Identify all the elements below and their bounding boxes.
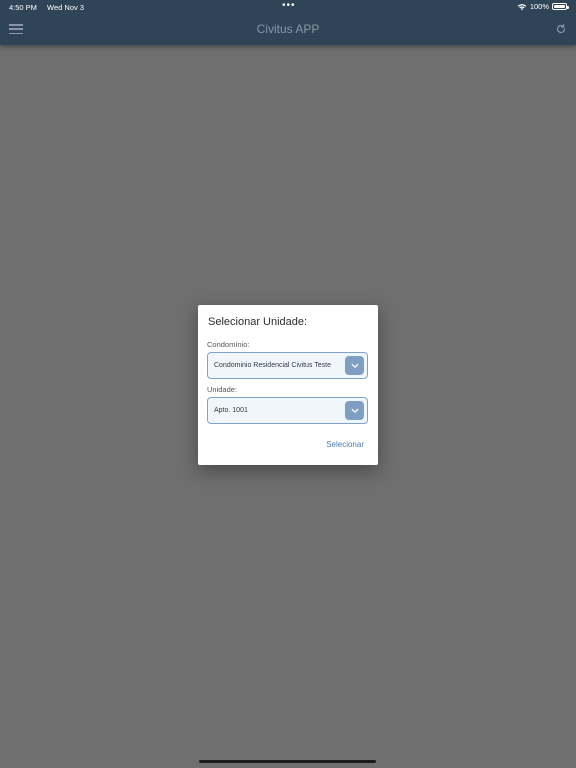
unidade-label: Unidade: — [207, 385, 238, 394]
unidade-select[interactable]: Apto. 1001 — [207, 397, 368, 424]
condominio-selected-value: Condominio Residencial Civitus Teste — [214, 362, 331, 369]
refresh-icon[interactable] — [555, 23, 567, 35]
wifi-icon — [517, 3, 527, 10]
status-time: 4:50 PM — [9, 3, 37, 12]
selecionar-button[interactable]: Selecionar — [326, 440, 364, 449]
unidade-selected-value: Apto. 1001 — [214, 407, 248, 414]
status-bar: 4:50 PM Wed Nov 3 ••• 100% — [0, 0, 576, 14]
condominio-label: Condomínio: — [207, 340, 250, 349]
condominio-select[interactable]: Condominio Residencial Civitus Teste — [207, 352, 368, 379]
app-header: 4:50 PM Wed Nov 3 ••• 100% Civitus APP — [0, 0, 576, 45]
dialog-title: Selecionar Unidade: — [208, 316, 308, 328]
battery-percent: 100% — [529, 2, 549, 11]
select-unit-dialog: Selecionar Unidade: Condomínio: Condomin… — [198, 305, 378, 465]
home-indicator[interactable] — [199, 760, 376, 763]
status-left: 4:50 PM Wed Nov 3 — [9, 3, 84, 12]
chevron-down-icon[interactable] — [345, 401, 364, 420]
app-title: Civitus APP — [256, 22, 320, 36]
chevron-down-icon-glyph — [351, 363, 358, 368]
multitasking-dots[interactable]: ••• — [282, 0, 296, 11]
status-date: Wed Nov 3 — [47, 3, 84, 12]
chevron-down-icon[interactable] — [345, 356, 364, 375]
status-right: 100% — [517, 2, 569, 11]
battery-icon — [552, 3, 569, 10]
chevron-down-icon-glyph — [351, 408, 358, 413]
